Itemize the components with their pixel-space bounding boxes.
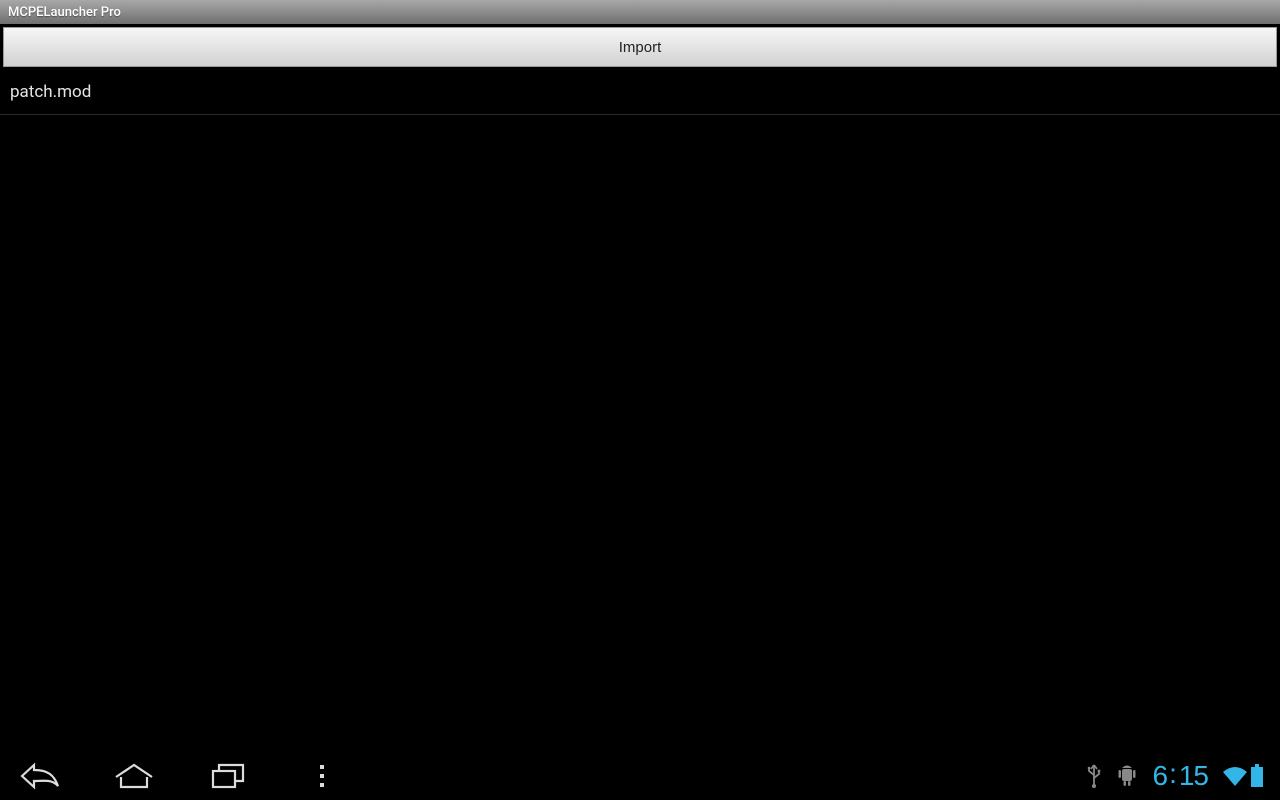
app-title: MCPELauncher Pro bbox=[8, 5, 121, 20]
home-button[interactable] bbox=[110, 752, 158, 800]
clock[interactable]: 6:15 bbox=[1152, 762, 1208, 790]
clock-minutes: 15 bbox=[1179, 762, 1208, 790]
back-icon bbox=[20, 762, 60, 790]
home-icon bbox=[114, 763, 154, 789]
battery-icon bbox=[1250, 764, 1264, 788]
titlebar: MCPELauncher Pro bbox=[0, 0, 1280, 24]
status-area: 6:15 bbox=[1086, 762, 1270, 790]
clock-hours: 6 bbox=[1152, 762, 1167, 790]
import-button[interactable]: Import bbox=[3, 27, 1277, 67]
menu-button[interactable] bbox=[298, 752, 346, 800]
back-button[interactable] bbox=[16, 752, 64, 800]
nav-left bbox=[10, 752, 346, 800]
system-navbar: 6:15 bbox=[0, 752, 1280, 800]
clock-colon: : bbox=[1169, 760, 1176, 788]
menu-dots-icon bbox=[320, 765, 324, 787]
import-button-label: Import bbox=[619, 39, 662, 56]
recent-apps-icon bbox=[211, 763, 245, 789]
android-debug-icon bbox=[1116, 764, 1138, 788]
usb-icon bbox=[1086, 763, 1102, 789]
mod-list: patch.mod bbox=[0, 70, 1280, 115]
list-item[interactable]: patch.mod bbox=[0, 70, 1280, 115]
toolbar: Import bbox=[0, 24, 1280, 70]
list-item-label: patch.mod bbox=[10, 82, 91, 102]
wifi-icon bbox=[1222, 765, 1248, 787]
recent-apps-button[interactable] bbox=[204, 752, 252, 800]
